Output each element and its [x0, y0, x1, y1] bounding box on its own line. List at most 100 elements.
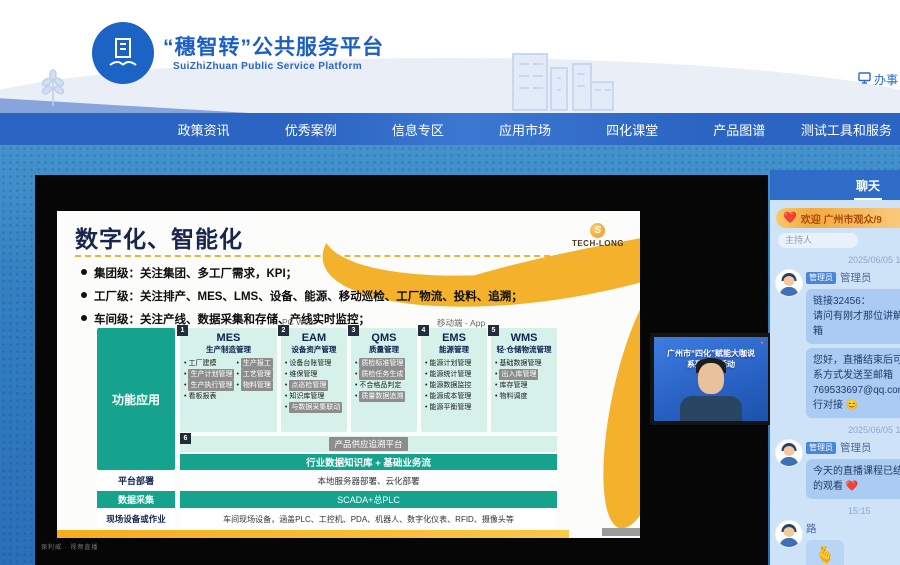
presenter-video-frame: ● 广州市“四化”赋能大咖说 系列直播活动 [654, 337, 768, 421]
module-item: •物料管理 [236, 380, 272, 391]
trace-platform-label: 产品供应追溯平台 [329, 437, 407, 451]
page: “穗智转”公共服务平台 SuiZhiZhuan Public Service P… [0, 0, 900, 565]
slide-bottom-yellow-bar [57, 530, 569, 538]
module-item-list: •能源计划管理•能源统计管理•能源数据监控•能源成本管理•能源平衡管理 [425, 358, 483, 413]
avatar-body [780, 287, 799, 296]
welcome-text: 欢迎 广州市观众/9 [801, 211, 882, 226]
nav-item[interactable]: 政策资讯 [150, 120, 257, 139]
tab-chat[interactable]: 聊天 [856, 177, 880, 194]
chat-panel: 聊天 ❤️ 欢迎 广州市观众/9 主持人 2025/06/05 15管理员管理员… [770, 170, 900, 565]
event-logo-mark: ● [760, 340, 764, 346]
module-item: •能源成本管理 [425, 391, 483, 402]
item-label: 维保管理 [289, 369, 317, 380]
chat-body[interactable]: ❤️ 欢迎 广州市观众/9 主持人 2025/06/05 15管理员管理员链接3… [770, 200, 900, 565]
nav-item[interactable]: 产品图谱 [686, 120, 793, 139]
user-avatar [776, 440, 802, 466]
avatar-face [784, 446, 795, 456]
modules-row: 1MES生产制造管理•工厂建模•生产报工•生产计划管理•工艺管理•生产执行管理•… [180, 328, 557, 432]
module-item: •能源平衡管理 [425, 402, 483, 413]
nav-item[interactable]: 四化课堂 [579, 120, 686, 139]
role-badge: 管理员 [806, 442, 836, 454]
item-bullet: • [355, 358, 357, 369]
module-subtitle: 能源管理 [425, 344, 483, 355]
bullet-dot [81, 315, 87, 321]
item-bullet: • [285, 402, 287, 413]
bullet-dot [81, 269, 87, 275]
nav-item[interactable]: 测试工具和服务 [793, 120, 900, 139]
item-label: 看板报表 [188, 391, 216, 402]
module-number: 2 [278, 325, 289, 336]
deploy-row-content: 本地服务器部署、云化部署 [180, 472, 557, 489]
presenter-video-overlay[interactable]: ● 广州市“四化”赋能大咖说 系列直播活动 [650, 333, 772, 425]
left-label-deploy: 平台部署 [97, 472, 175, 489]
main-navigation: 政策资讯优秀案例信息专区应用市场四化课堂产品图谱测试工具和服务 [0, 113, 900, 145]
message-name-row: 路 [806, 521, 900, 536]
item-bullet: • [236, 358, 238, 369]
module-name: EAM [285, 332, 343, 344]
user-name: 路 [806, 521, 817, 536]
presenter-body [680, 396, 742, 421]
item-bullet: • [184, 369, 186, 380]
module-item-list: •工厂建模•生产报工•生产计划管理•工艺管理•生产执行管理•物料管理•看板报表 [184, 358, 273, 402]
module-item: •看板报表 [184, 391, 234, 402]
module-number: 5 [488, 325, 499, 336]
message-name-row: 管理员管理员 [806, 270, 900, 285]
nav-item[interactable]: 应用市场 [471, 120, 578, 139]
module-item: •出入库管理 [495, 369, 553, 380]
bullet-text: 工厂级：关注排产、MES、LMS、设备、能源、移动巡检、工厂物流、投料、追溯； [94, 288, 523, 304]
wheat-icon [36, 68, 70, 113]
module-item: •库存管理 [495, 380, 553, 391]
presenter-face [698, 363, 724, 394]
item-label: 物料管理 [241, 380, 273, 391]
item-label: 生产报工 [241, 358, 273, 369]
item-bullet: • [184, 380, 186, 391]
chat-bubble: 今天的直播课程已结束，感 的观看 ❤️ [806, 459, 900, 499]
module-box: 3QMS质量管理•质检标准管理•质检任务生成•不合格品判定•质量数据追溯 [351, 328, 417, 432]
item-label: 生产计划管理 [188, 369, 234, 380]
module-item: •知识库管理 [285, 391, 343, 402]
avatar-body [780, 538, 799, 547]
module-number: 6 [180, 433, 191, 444]
module-item: •生产报工 [236, 358, 272, 369]
module-item: •点巡检管理 [285, 380, 343, 391]
module-item: •工艺管理 [236, 369, 272, 380]
item-label: 不合格品判定 [359, 380, 401, 391]
item-bullet: • [495, 391, 497, 402]
message-name-row: 管理员管理员 [806, 440, 900, 455]
welcome-banner: ❤️ 欢迎 广州市观众/9 [776, 208, 900, 228]
nav-list: 政策资讯优秀案例信息专区应用市场四化课堂产品图谱测试工具和服务 [150, 120, 900, 139]
techlong-logo: S TECH-LONG [572, 223, 624, 248]
item-label: 库存管理 [499, 380, 527, 391]
chat-header: 聊天 [770, 170, 900, 200]
item-bullet: • [495, 369, 497, 380]
module-item: •生产执行管理 [184, 380, 234, 391]
item-bullet: • [425, 391, 427, 402]
site-logo [92, 22, 154, 84]
module-item: •不合格品判定 [355, 380, 413, 391]
item-bullet: • [285, 369, 287, 380]
top-right-service-link[interactable]: 办事 [858, 71, 898, 88]
user-avatar [776, 270, 802, 296]
chat-timestamp: 2025/06/05 15 [776, 255, 900, 265]
item-bullet: • [495, 380, 497, 391]
item-label: 能源计划管理 [429, 358, 471, 369]
slide-yellow-edge [586, 267, 640, 536]
item-bullet: • [184, 391, 186, 402]
item-label: 与数据采集联动 [289, 402, 342, 413]
module-number: 3 [348, 325, 359, 336]
nav-item[interactable]: 信息专区 [364, 120, 471, 139]
item-bullet: • [425, 358, 427, 369]
module-subtitle: 生产制造管理 [184, 344, 273, 355]
left-label-function: 功能应用 [97, 328, 175, 470]
item-bullet: • [425, 402, 427, 413]
item-bullet: • [495, 358, 497, 369]
module-item: •设备台账管理 [285, 358, 343, 369]
module-box: 1MES生产制造管理•工厂建模•生产报工•生产计划管理•工艺管理•生产执行管理•… [180, 328, 277, 432]
avatar-face [784, 527, 795, 537]
item-bullet: • [184, 358, 186, 369]
chat-bubble: 链接32456： 请问有刚才那位讲解四化老师的邮 箱 [806, 289, 900, 344]
module-number: 1 [177, 325, 188, 336]
nav-item[interactable]: 优秀案例 [257, 120, 364, 139]
bullet-text: 车间级：关注产线、数据采集和存储、产线实时监控； [94, 311, 370, 327]
item-label: 出入库管理 [499, 369, 538, 380]
